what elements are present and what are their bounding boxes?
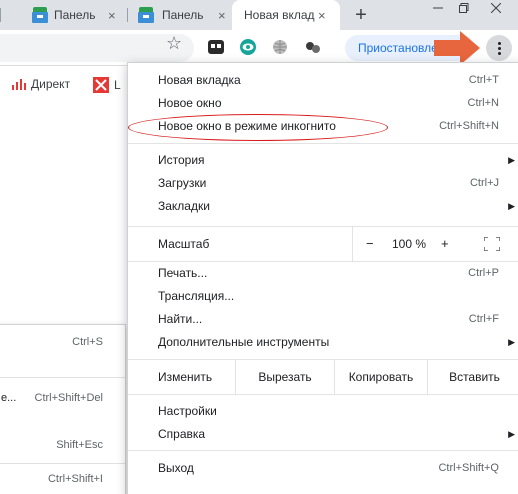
chrome-main-menu: Новая вкладка Ctrl+T Новое окно Ctrl+N Н…: [127, 62, 518, 494]
new-tab-button[interactable]: +: [350, 4, 372, 26]
extension-icon[interactable]: [208, 39, 224, 55]
bookmark-label: Директ: [31, 77, 71, 91]
minimize-icon[interactable]: [428, 0, 448, 16]
menu-item-label: Загрузки: [158, 176, 207, 190]
chevron-right-icon: ▶: [508, 428, 515, 439]
chevron-right-icon: ▶: [508, 336, 515, 347]
tools-icon: [93, 77, 109, 93]
close-icon[interactable]: ×: [218, 8, 226, 23]
shortcut-label: Ctrl+T: [468, 74, 499, 86]
zoom-in-button[interactable]: +: [441, 236, 449, 251]
dot: [497, 51, 501, 55]
fullscreen-icon[interactable]: [484, 237, 500, 251]
edit-row: Изменить Вырезать Копировать Вставить: [128, 360, 518, 394]
menu-item-label: Новое окно: [158, 96, 222, 110]
menu-item-history[interactable]: История ▶: [128, 149, 518, 171]
menu-item-label: Справка: [158, 427, 206, 441]
shortcut-label: Ctrl+J: [469, 177, 499, 189]
more-tools-submenu: Ctrl+S е... Ctrl+Shift+Del Shift+Esc Ctr…: [0, 324, 126, 494]
item-label-fragment: е...: [1, 392, 17, 404]
maximize-icon[interactable]: [454, 0, 474, 16]
menu-item-label: Настройки: [158, 404, 217, 418]
bar-chart-icon: [12, 79, 26, 90]
menu-item-settings[interactable]: Настройки: [128, 400, 518, 422]
menu-item-cast[interactable]: Трансляция...: [128, 285, 518, 307]
menu-item-label: Найти...: [158, 312, 203, 326]
chevron-right-icon: ▶: [508, 200, 515, 211]
menu-item-label: Дополнительные инструменты: [158, 335, 330, 349]
panel-favicon-icon: [138, 7, 154, 23]
tab-separator: [127, 8, 128, 22]
shortcut-label: Ctrl+Shift+N: [439, 120, 499, 132]
spheres-extension-icon[interactable]: [305, 39, 321, 55]
menu-item-more-tools[interactable]: Дополнительные инструменты ▶: [128, 331, 518, 353]
shortcut-label: Ctrl+F: [468, 313, 499, 325]
menu-item-label: Трансляция...: [158, 289, 235, 303]
menu-item-new-window[interactable]: Новое окно Ctrl+N: [128, 92, 518, 114]
zoom-level: 100 %: [392, 237, 427, 251]
shortcut-label: Ctrl+N: [467, 97, 499, 109]
shortcut-label: Ctrl+Shift+Del: [34, 392, 103, 404]
copy-button[interactable]: Копировать: [334, 360, 427, 394]
tab-panel-1[interactable]: Панель ×: [8, 0, 120, 30]
menu-item-downloads[interactable]: Загрузки Ctrl+J: [128, 172, 518, 194]
chrome-menu-button[interactable]: [486, 35, 512, 61]
dot: [497, 46, 501, 50]
paste-button[interactable]: Вставить: [427, 360, 518, 394]
bookmark-direct[interactable]: Директ: [12, 77, 70, 91]
edit-label: Изменить: [158, 370, 213, 384]
tab-strip: Панель × Панель × Новая вклад × +: [0, 0, 518, 30]
close-icon[interactable]: ×: [108, 8, 116, 23]
shortcut-label: Shift+Esc: [56, 439, 103, 451]
bookmark-star-icon[interactable]: ☆: [166, 33, 182, 54]
tab-title: Панель: [162, 8, 204, 22]
menu-item-label: Выход: [158, 461, 194, 475]
bookmark-tools[interactable]: L: [93, 77, 121, 93]
zoom-label: Масштаб: [158, 237, 210, 251]
menu-divider: [0, 463, 125, 464]
menu-divider: [128, 143, 518, 144]
menu-item-label: Печать...: [158, 266, 208, 280]
menu-item-label: Закладки: [158, 199, 210, 213]
tab-new-tab-active[interactable]: Новая вклад ×: [232, 0, 340, 30]
zoom-row: Масштаб − 100 % +: [128, 227, 518, 261]
close-icon[interactable]: ×: [318, 8, 326, 23]
chevron-right-icon: ▶: [508, 154, 515, 165]
tab-title: Новая вклад: [244, 8, 315, 22]
menu-divider: [128, 394, 518, 395]
menu-divider: [0, 377, 125, 378]
shortcut-label: Ctrl+Shift+I: [47, 473, 103, 485]
tab-title: Панель: [54, 8, 96, 22]
annotation-arrow-icon: [434, 31, 480, 65]
menu-item-print[interactable]: Печать... Ctrl+P: [128, 262, 518, 284]
menu-item-new-tab[interactable]: Новая вкладка Ctrl+T: [128, 69, 518, 91]
menu-item-exit[interactable]: Выход Ctrl+Shift+Q: [128, 457, 518, 479]
menu-item-label: Новая вкладка: [158, 73, 241, 87]
shortcut-label: Ctrl+P: [468, 267, 499, 279]
panel-favicon-icon: [32, 7, 48, 23]
menu-item-bookmarks[interactable]: Закладки ▶: [128, 195, 518, 217]
globe-extension-icon[interactable]: [272, 39, 288, 55]
shortcut-label: Ctrl+S: [72, 336, 103, 348]
menu-item-help[interactable]: Справка ▶: [128, 423, 518, 445]
menu-item-find[interactable]: Найти... Ctrl+F: [128, 308, 518, 330]
window-close-icon[interactable]: [486, 0, 506, 16]
eye-extension-icon[interactable]: [240, 39, 256, 55]
dot: [497, 41, 501, 45]
cut-button[interactable]: Вырезать: [235, 360, 334, 394]
menu-divider: [128, 450, 518, 451]
menu-item-label: История: [158, 153, 205, 167]
zoom-out-button[interactable]: −: [366, 236, 374, 251]
shortcut-label: Ctrl+Shift+Q: [438, 462, 499, 474]
tab-panel-2[interactable]: Панель ×: [130, 0, 230, 30]
bookmark-label: L: [114, 78, 121, 92]
annotation-ellipse: [128, 114, 388, 141]
address-bar[interactable]: [0, 34, 194, 62]
tab-separator: [0, 8, 1, 22]
